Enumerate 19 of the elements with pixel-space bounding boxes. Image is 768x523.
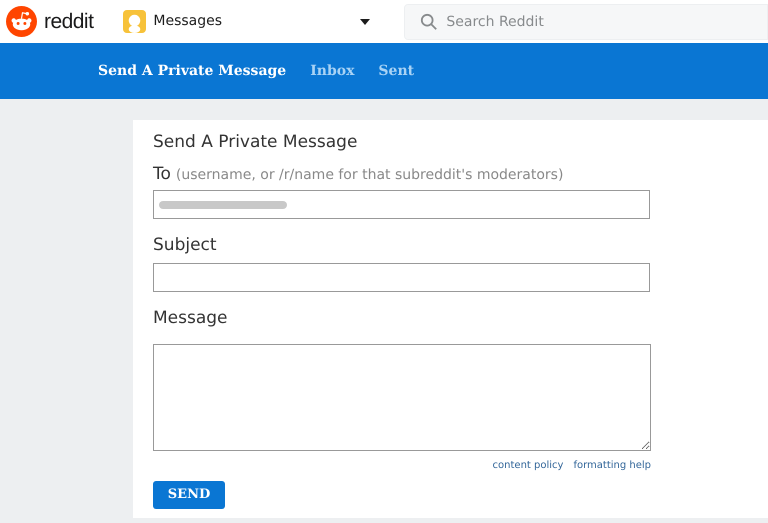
help-link[interactable]: content policy (492, 458, 564, 473)
field-hint: (username, or /r/name for that subreddit's moderators) (176, 166, 564, 184)
send-button[interactable]: SEND (153, 481, 225, 509)
mascot-icon (123, 10, 146, 33)
subject-field[interactable] (153, 262, 650, 292)
reddit-wordmark[interactable]: reddit (44, 6, 94, 38)
field-label: To (153, 162, 171, 186)
search-icon (420, 12, 438, 30)
reddit-logo-icon[interactable] (6, 6, 37, 37)
form-title: Send A Private Message (153, 131, 358, 154)
search-field[interactable]: Search Reddit (404, 4, 768, 40)
community-dropdown[interactable]: Messages (123, 4, 374, 38)
recipient-field[interactable] (153, 190, 650, 219)
field-label: Subject (153, 234, 218, 257)
nav-tab[interactable]: Send A Private Message (98, 60, 286, 82)
message-field[interactable] (153, 344, 651, 451)
field-label: Message (153, 306, 229, 330)
caret-icon (360, 18, 370, 24)
help-link[interactable]: formatting help (573, 458, 651, 473)
